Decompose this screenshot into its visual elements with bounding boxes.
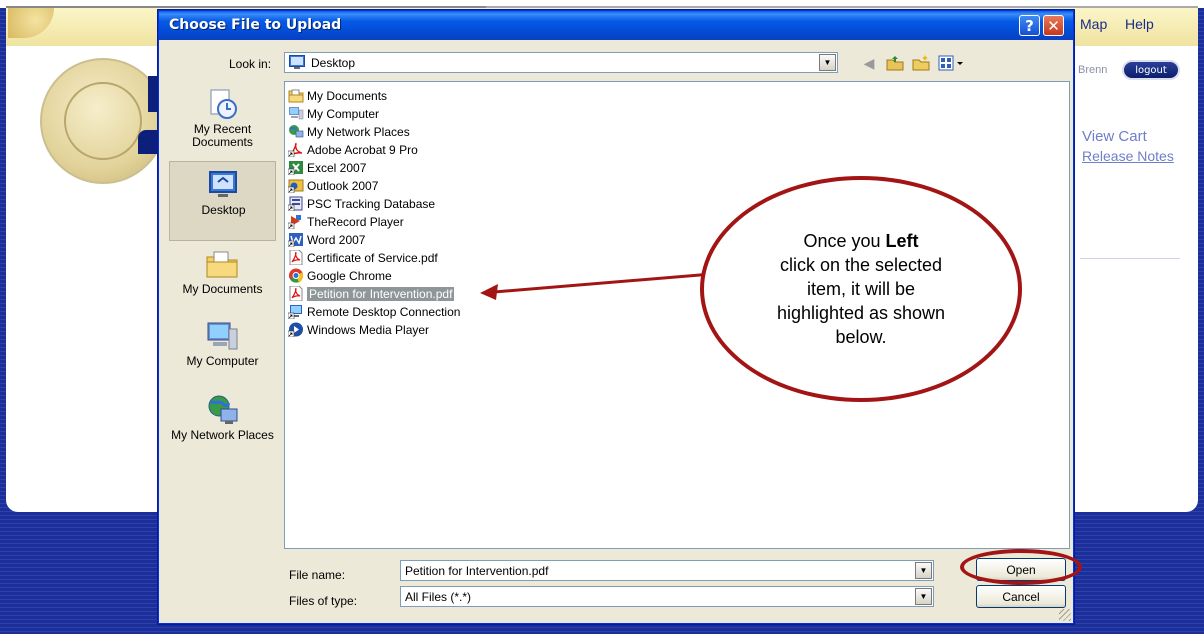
file-type-value: All Files (*.*) — [405, 590, 472, 604]
folder-icon — [288, 89, 304, 103]
question-icon: ? — [1025, 16, 1034, 35]
list-item[interactable]: My Documents — [288, 87, 387, 104]
place-my-recent-documents[interactable]: My Recent Documents — [169, 81, 276, 161]
file-name: My Computer — [307, 106, 380, 121]
computer-icon — [289, 107, 304, 120]
place-label: My Network Places — [171, 428, 274, 442]
place-label: My Recent Documents — [192, 122, 253, 149]
resize-grip[interactable] — [1059, 609, 1071, 621]
file-name: Adobe Acrobat 9 Pro — [307, 142, 418, 157]
my-documents-icon — [206, 251, 238, 278]
file-name-value: Petition for Intervention.pdf — [405, 564, 549, 578]
release-notes-link[interactable]: Release Notes — [1082, 148, 1174, 164]
file-name: Remote Desktop Connection — [307, 304, 461, 319]
callout-text-pre: Once you — [803, 231, 886, 251]
network-places-icon — [208, 395, 238, 424]
acrobat-shortcut-icon — [288, 142, 303, 157]
word-shortcut-icon — [288, 233, 303, 247]
up-folder-icon[interactable] — [885, 54, 905, 72]
remote-desktop-shortcut-icon — [288, 305, 302, 319]
file-name: Windows Media Player — [307, 322, 430, 337]
list-item-selected[interactable]: Petition for Intervention.pdf — [288, 285, 455, 302]
file-name: Word 2007 — [307, 232, 366, 247]
view-cart-link[interactable]: View Cart — [1082, 128, 1147, 145]
place-my-computer[interactable]: My Computer — [169, 313, 276, 393]
pdf-icon — [289, 286, 303, 301]
excel-shortcut-icon — [288, 161, 303, 175]
browser-top-border — [0, 0, 1204, 8]
nav-map-link[interactable]: Map — [1080, 16, 1107, 32]
chevron-down-icon[interactable]: ▼ — [915, 588, 932, 605]
file-name: Outlook 2007 — [307, 178, 379, 193]
list-item[interactable]: Outlook 2007 — [288, 177, 378, 194]
media-player-shortcut-icon — [288, 322, 303, 337]
file-name: Certificate of Service.pdf — [307, 250, 438, 265]
file-name: PSC Tracking Database — [307, 196, 436, 211]
list-item[interactable]: PSC Tracking Database — [288, 195, 435, 212]
file-name: My Network Places — [307, 124, 410, 139]
file-name-field[interactable]: Petition for Intervention.pdf ▼ — [400, 560, 934, 581]
place-label: My Documents — [182, 282, 263, 296]
new-folder-icon[interactable] — [911, 54, 931, 72]
instruction-callout: Once you Left click on the selected item… — [700, 176, 1022, 402]
divider — [1080, 258, 1180, 259]
dialog-titlebar[interactable]: Choose File to Upload ? ✕ — [159, 11, 1073, 40]
file-type-label: Files of type: — [289, 594, 358, 608]
file-name: My Documents — [307, 88, 388, 103]
list-item[interactable]: My Computer — [288, 105, 379, 122]
views-menu-icon[interactable] — [937, 54, 967, 72]
callout-text-rest: click on the selected item, it will be h… — [776, 255, 946, 347]
file-name: Google Chrome — [307, 268, 392, 283]
cancel-button[interactable]: Cancel — [976, 585, 1066, 608]
place-my-network-places[interactable]: My Network Places — [169, 387, 276, 467]
list-item[interactable]: Certificate of Service.pdf — [288, 249, 438, 266]
place-my-documents[interactable]: My Documents — [169, 241, 276, 321]
list-item[interactable]: Word 2007 — [288, 231, 365, 248]
back-arrow-icon[interactable]: ◀ — [859, 54, 879, 72]
callout-arrow — [480, 272, 713, 300]
place-desktop[interactable]: Desktop — [169, 161, 276, 241]
list-item[interactable]: Remote Desktop Connection — [288, 303, 460, 320]
pdf-icon — [289, 250, 303, 265]
place-label: My Computer — [186, 354, 259, 368]
recent-documents-icon — [210, 89, 237, 119]
desktop-icon — [289, 55, 305, 69]
chevron-down-icon[interactable]: ▼ — [915, 562, 932, 579]
file-name-label: File name: — [289, 568, 346, 582]
list-item[interactable]: Google Chrome — [288, 267, 392, 284]
close-button[interactable]: ✕ — [1043, 15, 1064, 36]
places-bar: My Recent Documents Desktop My Documents — [169, 81, 276, 581]
dialog-title: Choose File to Upload — [169, 17, 342, 33]
list-item[interactable]: Adobe Acrobat 9 Pro — [288, 141, 418, 158]
file-name: TheRecord Player — [307, 214, 404, 229]
chevron-down-icon[interactable]: ▼ — [819, 54, 836, 71]
network-icon — [289, 125, 304, 138]
list-item[interactable]: My Network Places — [288, 123, 410, 140]
close-icon: ✕ — [1047, 16, 1060, 35]
my-computer-icon — [207, 322, 238, 350]
database-shortcut-icon — [288, 196, 303, 211]
site-nav-tab-fragment[interactable] — [138, 130, 160, 154]
look-in-value: Desktop — [311, 56, 356, 70]
place-label: Desktop — [201, 203, 246, 217]
list-item[interactable]: TheRecord Player — [288, 213, 404, 230]
file-name: Excel 2007 — [307, 160, 367, 175]
nav-help-link[interactable]: Help — [1125, 16, 1154, 32]
desktop-icon — [209, 171, 237, 197]
chrome-shortcut-icon — [289, 268, 304, 283]
list-item[interactable]: Excel 2007 — [288, 159, 366, 176]
logout-button[interactable]: logout — [1122, 60, 1180, 80]
look-in-label: Look in: — [229, 57, 272, 71]
file-name: Petition for Intervention.pdf — [307, 286, 455, 301]
help-button[interactable]: ? — [1019, 15, 1040, 36]
user-name-text: Brenn — [1078, 64, 1108, 76]
callout-text-bold: Left — [885, 231, 919, 251]
outlook-shortcut-icon — [288, 179, 304, 193]
look-in-dropdown[interactable]: Desktop ▼ — [284, 52, 838, 73]
list-item[interactable]: Windows Media Player — [288, 321, 429, 338]
player-shortcut-icon — [288, 215, 301, 229]
callout-text: Once you Left click on the selected item… — [761, 229, 961, 349]
open-button-highlight-ring — [960, 549, 1082, 585]
file-type-select[interactable]: All Files (*.*) ▼ — [400, 586, 934, 607]
